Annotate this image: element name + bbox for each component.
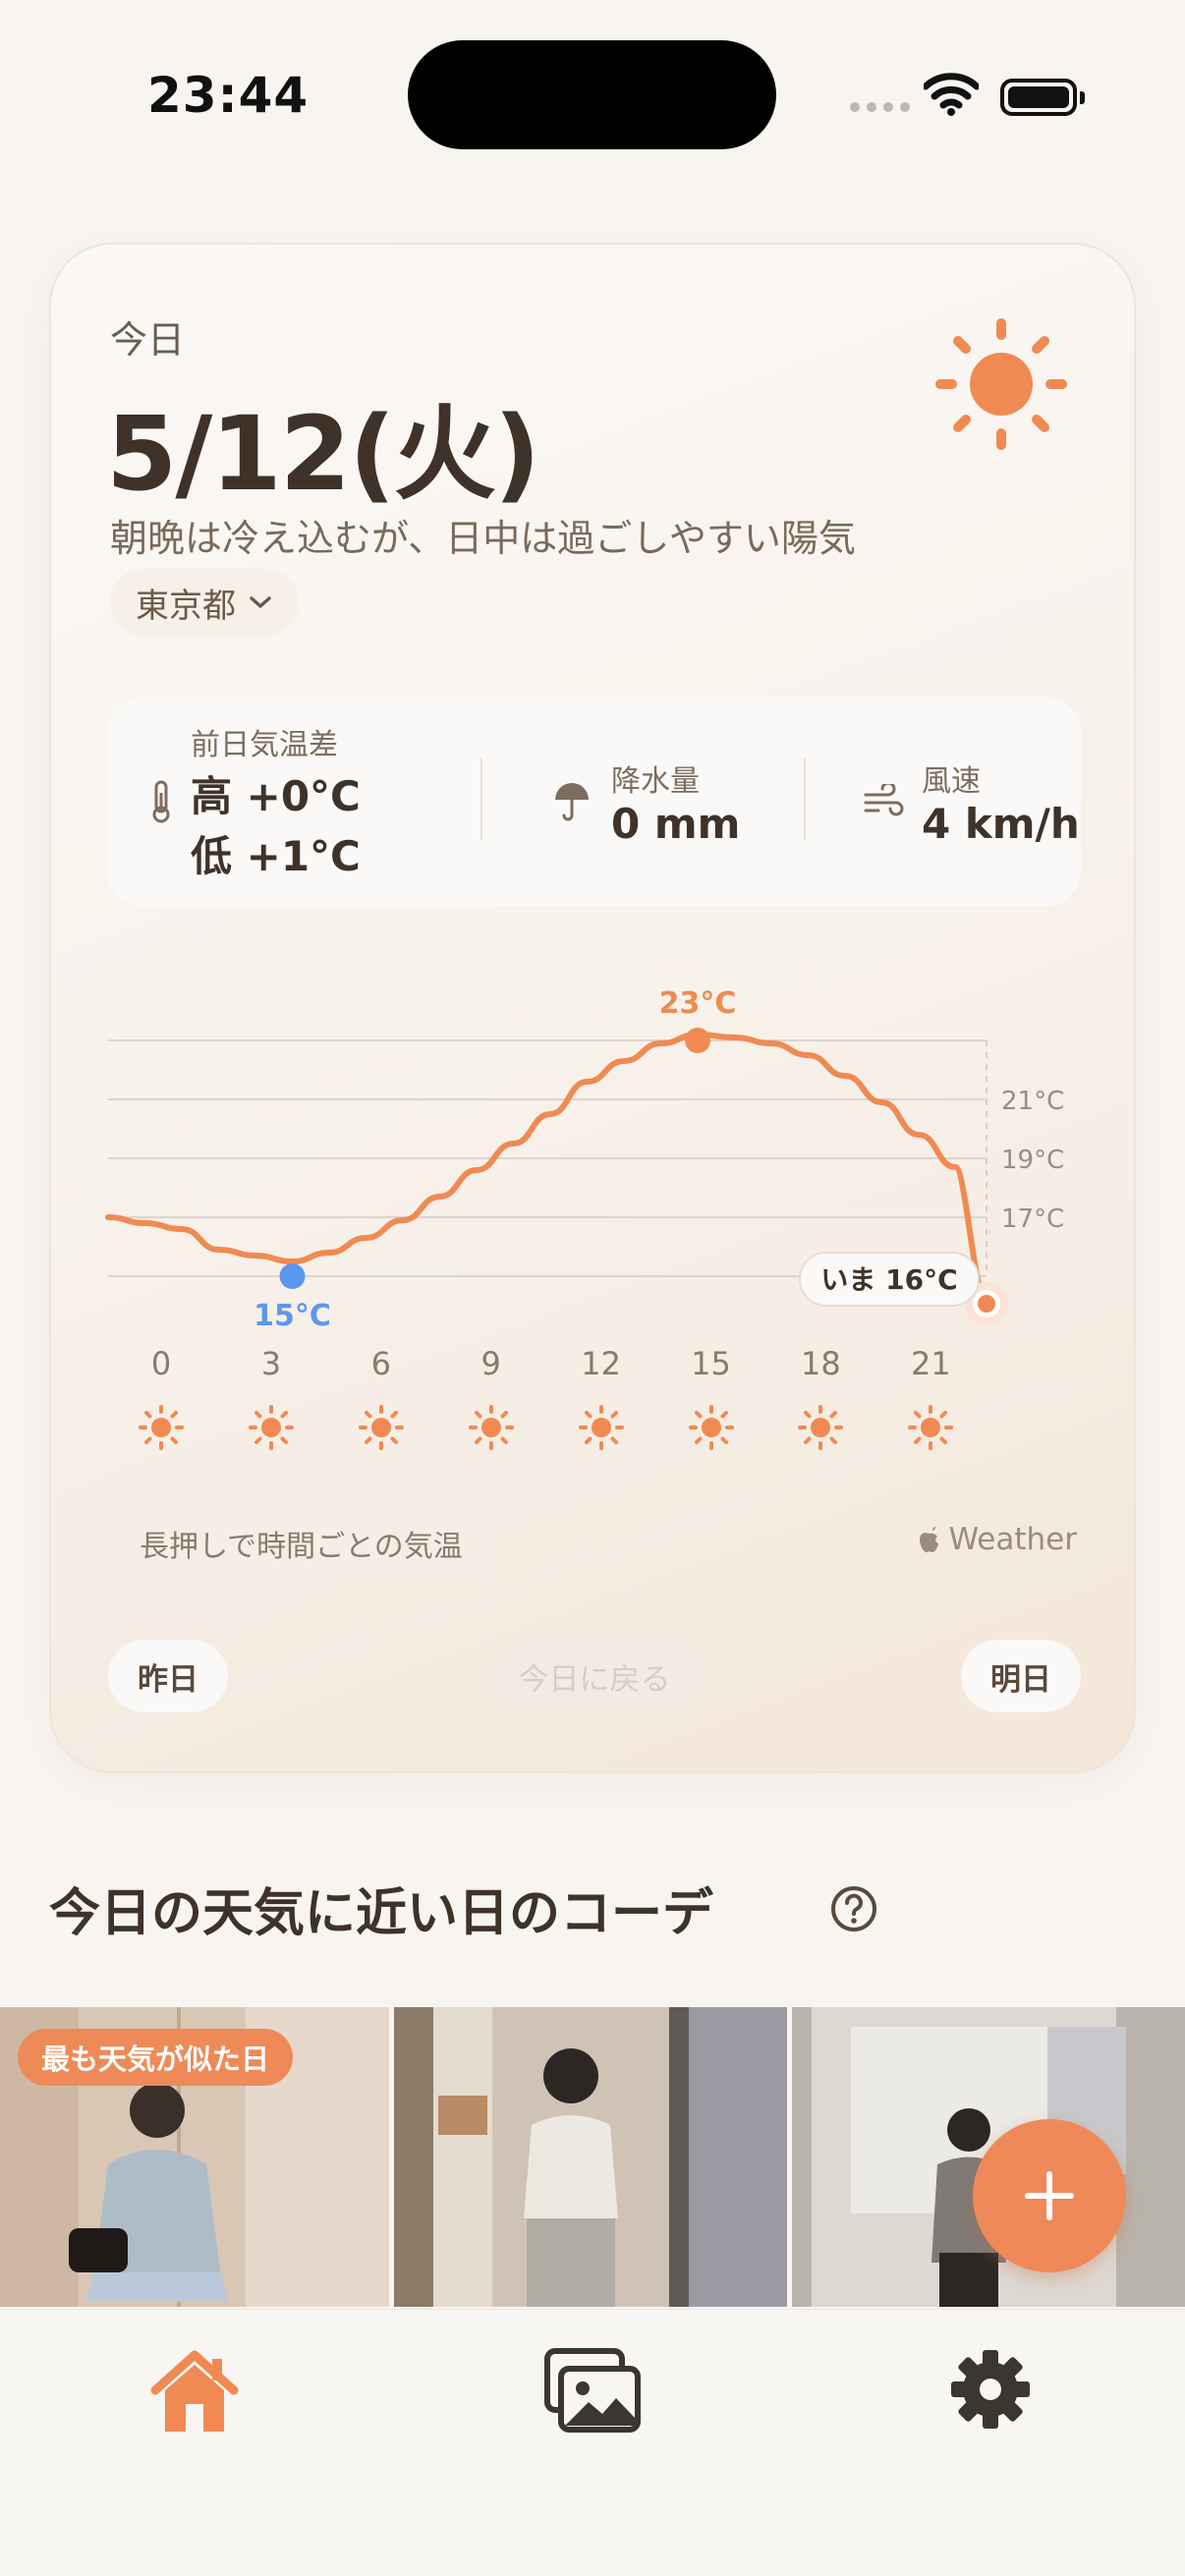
hourly-icons — [51, 1404, 1138, 1463]
outfit-photo-card[interactable]: 最も天気が似た日 — [0, 2007, 389, 2307]
today-label: 今日 — [110, 318, 186, 362]
sun-icon — [468, 1405, 514, 1450]
home-icon[interactable] — [147, 2347, 242, 2436]
metric-divider — [804, 757, 806, 840]
sun-icon — [688, 1405, 734, 1450]
dynamic-island — [408, 40, 776, 149]
min-temp-label: 15°C — [254, 1299, 331, 1333]
hour-label: 6 — [370, 1345, 391, 1382]
hour-label: 12 — [581, 1345, 621, 1382]
hour-label: 18 — [801, 1345, 841, 1382]
weather-summary: 朝晩は冷え込むが、日中は過ごしやすい陽気 — [110, 517, 856, 560]
add-outfit-button[interactable] — [973, 2119, 1126, 2272]
help-icon[interactable] — [830, 1885, 877, 1932]
hour-label: 9 — [480, 1345, 501, 1382]
y-tick-label: 21°C — [1001, 1087, 1064, 1116]
thermometer-icon — [152, 780, 170, 823]
now-temp-label: いま 16°C — [820, 1263, 957, 1296]
next-day-button[interactable]: 明日 — [961, 1640, 1081, 1712]
weather-attribution[interactable]: Weather — [917, 1522, 1077, 1557]
temp-diff-metric: 前日気温差 高 +0°C 低 +1°C — [147, 697, 361, 907]
y-tick-label: 17°C — [1001, 1204, 1064, 1234]
gear-icon[interactable] — [948, 2347, 1033, 2432]
precipitation-label: 降水量 — [611, 763, 700, 799]
wind-icon — [864, 784, 904, 816]
cellular-signal-icon — [850, 102, 910, 112]
max-temp-point — [685, 1028, 710, 1053]
temperature-chart[interactable]: 21°C 19°C 17°C 23°C 15°C いま 16°C — [51, 952, 1138, 1345]
hour-label: 0 — [150, 1345, 172, 1382]
temp-diff-label: 前日気温差 — [191, 728, 338, 762]
precipitation-value: 0 mm — [611, 799, 741, 848]
sun-icon — [578, 1405, 624, 1450]
wind-label: 風速 — [922, 763, 981, 799]
hour-label: 15 — [691, 1345, 731, 1382]
chevron-down-icon — [250, 596, 271, 608]
outfit-photo — [394, 2007, 787, 2307]
gallery-icon[interactable] — [543, 2347, 642, 2436]
prefecture-selector[interactable]: 東京都 — [110, 569, 299, 636]
sun-icon — [248, 1405, 294, 1450]
back-to-today-button[interactable]: 今日に戻る — [489, 1640, 700, 1712]
sun-icon — [358, 1405, 404, 1450]
attribution-label: Weather — [948, 1522, 1077, 1557]
best-match-badge: 最も天気が似た日 — [18, 2029, 294, 2086]
max-temp-label: 23°C — [659, 986, 737, 1021]
tab-bar — [0, 2309, 1185, 2576]
metric-divider — [480, 757, 482, 840]
prev-day-button[interactable]: 昨日 — [108, 1640, 228, 1712]
sun-icon — [139, 1405, 184, 1450]
wind-metric: 風速 4 km/h — [863, 697, 1080, 907]
date-heading: 5/12(火) — [106, 394, 540, 514]
apple-logo-icon — [920, 1527, 939, 1552]
sun-icon — [935, 318, 1067, 450]
umbrella-icon — [555, 783, 589, 821]
wind-value: 4 km/h — [922, 799, 1080, 848]
metrics-panel: 前日気温差 高 +0°C 低 +1°C 降水量 0 mm 風速 4 km/h — [108, 697, 1081, 907]
hour-axis: 0 3 6 9 12 15 18 21 — [51, 1345, 1138, 1394]
min-temp-point — [279, 1263, 306, 1289]
status-bar: 23:44 — [0, 0, 1185, 196]
status-time: 23:44 — [147, 67, 310, 124]
weather-card: 今日 5/12(火) 朝晩は冷え込むが、日中は過ごしやすい陽気 東京都 前日気温… — [49, 243, 1136, 1773]
plus-icon — [1025, 2171, 1074, 2220]
wifi-icon — [924, 73, 979, 116]
precipitation-metric: 降水量 0 mm — [552, 697, 740, 907]
outfit-photo-card[interactable] — [394, 2007, 787, 2307]
sun-icon — [798, 1405, 844, 1450]
prefecture-label: 東京都 — [136, 586, 236, 626]
now-point — [978, 1295, 995, 1313]
temp-diff-low: 低 +1°C — [191, 832, 361, 880]
battery-icon — [1000, 79, 1085, 116]
sun-icon — [908, 1405, 954, 1450]
chart-hint: 長押しで時間ごとの気温 — [110, 1507, 492, 1580]
hour-label: 3 — [260, 1345, 282, 1382]
temp-diff-high: 高 +0°C — [191, 772, 361, 820]
hour-label: 21 — [910, 1345, 951, 1382]
outfits-section-title: 今日の天気に近い日のコーデ — [49, 1884, 714, 1943]
y-tick-label: 19°C — [1001, 1146, 1064, 1175]
